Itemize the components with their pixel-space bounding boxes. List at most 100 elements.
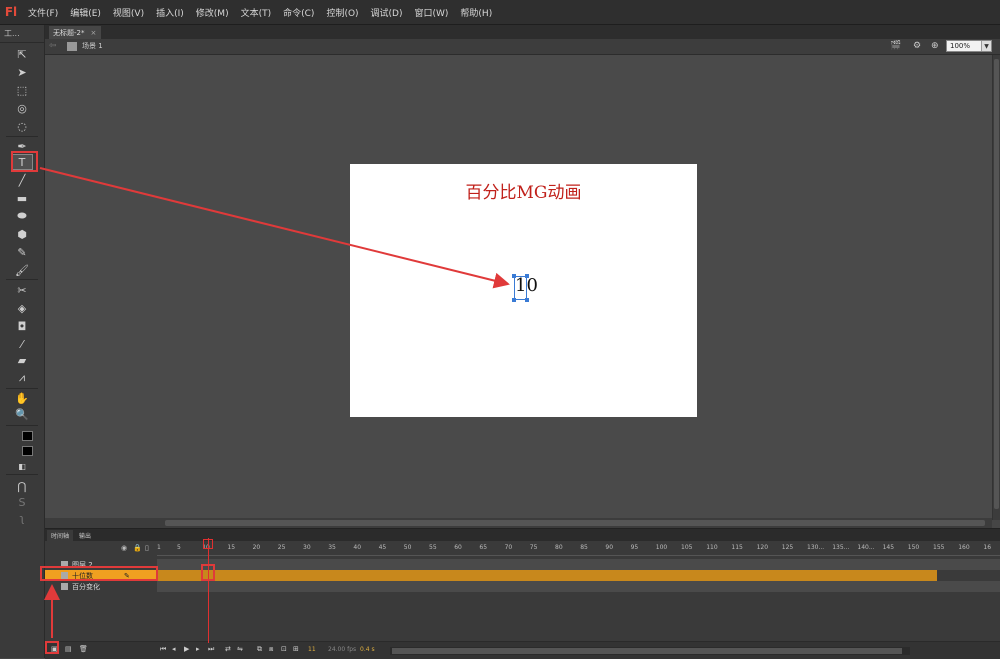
- edit-bar: ⇦ 场景 1 🎬 ⚙ ⊕ 100% ▼: [45, 39, 1000, 55]
- brush-tool-icon[interactable]: 🖌: [11, 262, 33, 278]
- ruler-frame-number: 120: [756, 544, 769, 551]
- step-back-icon[interactable]: ◂: [172, 645, 176, 653]
- vertical-scrollbar[interactable]: [992, 55, 1000, 520]
- layer-frames[interactable]: [157, 570, 937, 581]
- snap-magnet-icon[interactable]: ⋂: [11, 478, 33, 494]
- chevron-down-icon: ▼: [981, 41, 991, 51]
- back-arrow-icon[interactable]: ⇦: [49, 41, 57, 51]
- stroke-color-swatch[interactable]: [22, 431, 33, 441]
- document-tab-bar: 无标题-2* ×: [45, 25, 1000, 39]
- step-forward-icon[interactable]: ▸: [196, 645, 200, 653]
- lock-icon[interactable]: 🔒: [133, 544, 142, 552]
- polystar-tool-icon[interactable]: ⬢: [11, 226, 33, 242]
- ruler-frame-number: 85: [580, 544, 588, 551]
- edit-scene-icon[interactable]: 🎬: [890, 41, 901, 51]
- loop-icon[interactable]: ⇄: [225, 645, 231, 653]
- ruler-frame-number: 16: [983, 544, 992, 551]
- subselection-tool-icon[interactable]: ➤: [11, 64, 33, 80]
- current-frame[interactable]: 11: [308, 646, 316, 653]
- tool-divider: [6, 136, 38, 137]
- eyedropper-tool-icon[interactable]: ⁄: [11, 336, 33, 352]
- eye-icon[interactable]: ◉: [121, 544, 127, 552]
- menu-control[interactable]: 控制(O): [320, 0, 364, 25]
- edit-multiple-frames-icon[interactable]: ⊡: [281, 645, 287, 653]
- bone-tool-icon[interactable]: ✂: [11, 282, 33, 298]
- line-tool-icon[interactable]: ╱: [11, 172, 33, 188]
- annotation-box: [201, 564, 215, 581]
- ruler-frame-number: 90: [605, 544, 614, 551]
- playhead[interactable]: [208, 538, 209, 643]
- text-selection-box[interactable]: [514, 276, 527, 300]
- frame-rate[interactable]: 24.00 fps: [328, 646, 356, 653]
- scrollbar-thumb[interactable]: [165, 520, 985, 526]
- tool-divider: [6, 425, 38, 426]
- selection-handle[interactable]: [525, 298, 529, 302]
- menu-window[interactable]: 窗口(W): [409, 0, 455, 25]
- trash-icon[interactable]: 🗑: [79, 645, 88, 653]
- width-tool-icon[interactable]: ⩘: [11, 370, 33, 386]
- menu-commands[interactable]: 命令(C): [277, 0, 320, 25]
- timeline-controls: ▣ ▤ 🗑 ⏮ ◂ ▶ ▸ ⏭ ⇄ ⇋ ⧉ ⧈ ⊡ ⊞ 11 24.00 fps…: [45, 641, 1000, 659]
- ink-bottle-tool-icon[interactable]: ◘: [11, 318, 33, 334]
- center-stage-icon[interactable]: ⊕: [931, 41, 939, 51]
- go-to-first-icon[interactable]: ⏮: [160, 645, 166, 654]
- zoom-tool-icon[interactable]: 🔍: [11, 406, 33, 422]
- layer-name: 百分变化: [72, 582, 100, 591]
- onion-skin-icon[interactable]: ⧉: [257, 645, 262, 654]
- selection-handle[interactable]: [525, 274, 529, 278]
- menu-text[interactable]: 文本(T): [235, 0, 278, 25]
- rectangle-tool-icon[interactable]: ▬: [11, 190, 33, 206]
- menu-debug[interactable]: 调试(D): [365, 0, 409, 25]
- timeline-scrollbar[interactable]: [390, 647, 910, 655]
- new-folder-icon[interactable]: ▤: [65, 645, 72, 653]
- menu-bar: Fl 文件(F) 编辑(E) 视图(V) 插入(I) 修改(M) 文本(T) 命…: [0, 0, 1000, 25]
- menu-insert[interactable]: 插入(I): [150, 0, 190, 25]
- outline-icon[interactable]: ▯: [145, 544, 149, 552]
- ruler-frame-number: 95: [630, 544, 639, 551]
- play-icon[interactable]: ▶: [184, 645, 189, 653]
- layer-frames[interactable]: [157, 581, 1000, 592]
- smooth-icon[interactable]: S: [11, 494, 33, 510]
- ruler-frame-number: 15: [227, 544, 236, 551]
- modify-markers-icon[interactable]: ⊞: [293, 645, 299, 653]
- keyframe-marker[interactable]: [203, 539, 213, 549]
- menu-help[interactable]: 帮助(H): [454, 0, 498, 25]
- selection-tool-icon[interactable]: ⇱: [11, 46, 33, 62]
- straighten-icon[interactable]: ʅ: [11, 510, 33, 526]
- menu-view[interactable]: 视图(V): [107, 0, 150, 25]
- menu-edit[interactable]: 编辑(E): [64, 0, 107, 25]
- stage-title-text[interactable]: 百分比MG动画: [350, 178, 697, 203]
- onion-skin-outline-icon[interactable]: ⧈: [269, 645, 273, 654]
- ruler-frame-number: 45: [378, 544, 387, 551]
- selection-handle[interactable]: [512, 274, 516, 278]
- document-tab[interactable]: 无标题-2* ×: [49, 26, 101, 39]
- hand-tool-icon[interactable]: ✋: [11, 390, 33, 406]
- paint-bucket-tool-icon[interactable]: ◈: [11, 300, 33, 316]
- pencil-tool-icon[interactable]: ✎: [11, 244, 33, 260]
- swap-colors-icon[interactable]: ◧: [11, 458, 33, 474]
- tab-timeline[interactable]: 时间轴: [47, 530, 74, 541]
- menu-modify[interactable]: 修改(M): [190, 0, 235, 25]
- close-icon[interactable]: ×: [90, 29, 96, 37]
- oval-tool-icon[interactable]: ⬬: [11, 208, 33, 224]
- menu-file[interactable]: 文件(F): [22, 0, 64, 25]
- fill-color-swatch[interactable]: [22, 446, 33, 456]
- eraser-tool-icon[interactable]: ▰: [11, 352, 33, 368]
- selection-handle[interactable]: [512, 298, 516, 302]
- lasso-tool-icon[interactable]: ◌: [11, 118, 33, 134]
- ruler-divider: [157, 555, 1000, 556]
- zoom-select[interactable]: 100% ▼: [946, 40, 992, 52]
- go-to-last-icon[interactable]: ⏭: [208, 645, 214, 654]
- free-transform-tool-icon[interactable]: ⬚: [11, 82, 33, 98]
- layer-frames[interactable]: [157, 559, 1000, 570]
- layer-row[interactable]: 百分变化: [45, 581, 157, 592]
- center-frame-icon[interactable]: ⇋: [237, 645, 243, 653]
- tab-output[interactable]: 输出: [75, 530, 95, 541]
- ruler-frame-number: 130...: [807, 544, 825, 551]
- scrollbar-thumb[interactable]: [392, 648, 902, 654]
- scrollbar-thumb[interactable]: [994, 59, 999, 509]
- edit-symbol-icon[interactable]: ⚙: [913, 41, 921, 51]
- horizontal-scrollbar[interactable]: [45, 518, 992, 528]
- 3d-rotation-tool-icon[interactable]: ◎: [11, 100, 33, 116]
- ruler-frame-number: 105: [681, 544, 693, 551]
